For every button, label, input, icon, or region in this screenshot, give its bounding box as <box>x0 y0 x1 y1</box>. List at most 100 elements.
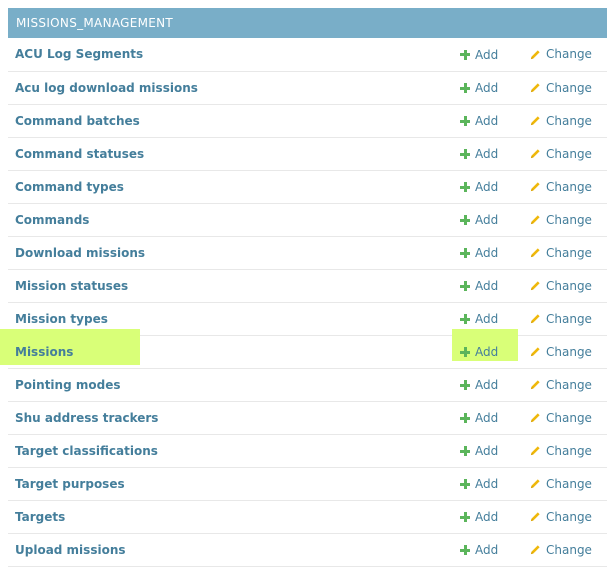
pencil-icon <box>530 380 540 390</box>
model-row-mission-statuses: Mission statuses Add Change <box>8 269 607 302</box>
pencil-icon <box>530 149 540 159</box>
add-link-targets[interactable]: Add <box>460 510 498 524</box>
add-link-missions[interactable]: Add <box>460 345 498 359</box>
model-link-target-classifications[interactable]: Target classifications <box>15 444 158 458</box>
add-link-command-batches[interactable]: Add <box>460 114 498 128</box>
add-link-download-missions[interactable]: Add <box>460 246 498 260</box>
model-cell: Command types <box>8 170 460 203</box>
add-link-mission-types[interactable]: Add <box>460 312 498 326</box>
plus-icon <box>460 149 470 159</box>
model-link-pointing-modes[interactable]: Pointing modes <box>15 378 120 392</box>
add-cell: Add <box>460 137 530 170</box>
change-cell: Change <box>530 335 607 368</box>
model-link-acu-log-download-missions[interactable]: Acu log download missions <box>15 81 198 95</box>
add-link-target-classifications[interactable]: Add <box>460 444 498 458</box>
change-link-missions[interactable]: Change <box>530 345 592 359</box>
change-cell: Change <box>530 401 607 434</box>
model-link-target-purposes[interactable]: Target purposes <box>15 477 125 491</box>
change-cell: Change <box>530 104 607 137</box>
model-link-command-types[interactable]: Command types <box>15 180 124 194</box>
add-cell: Add <box>460 467 530 500</box>
change-link-shu-address-trackers[interactable]: Change <box>530 411 592 425</box>
change-link-upload-missions[interactable]: Change <box>530 543 592 557</box>
add-link-acu-log-download-missions[interactable]: Add <box>460 81 498 95</box>
change-link-command-types[interactable]: Change <box>530 180 592 194</box>
add-link-command-types[interactable]: Add <box>460 180 498 194</box>
add-label: Add <box>475 180 499 194</box>
change-link-mission-types[interactable]: Change <box>530 312 592 326</box>
model-cell: Target purposes <box>8 467 460 500</box>
change-label: Change <box>546 113 592 128</box>
change-cell: Change <box>530 137 607 170</box>
change-cell: Change <box>530 38 607 71</box>
change-link-pointing-modes[interactable]: Change <box>530 378 592 392</box>
model-link-shu-address-trackers[interactable]: Shu address trackers <box>15 411 158 425</box>
add-label: Add <box>475 114 499 128</box>
change-link-commands[interactable]: Change <box>530 213 592 227</box>
model-list: ACU Log Segments Add Change Acu log downloa… <box>0 38 607 567</box>
model-cell: Command batches <box>8 104 460 137</box>
plus-icon <box>460 446 470 456</box>
add-link-acu-log-segments[interactable]: Add <box>460 48 498 62</box>
add-link-pointing-modes[interactable]: Add <box>460 378 498 392</box>
model-link-command-statuses[interactable]: Command statuses <box>15 147 144 161</box>
pencil-icon <box>530 347 540 357</box>
change-cell: Change <box>530 500 607 533</box>
add-label: Add <box>475 477 499 491</box>
model-link-missions[interactable]: Missions <box>15 345 73 359</box>
model-link-download-missions[interactable]: Download missions <box>15 246 145 260</box>
add-cell: Add <box>460 269 530 302</box>
change-cell: Change <box>530 533 607 566</box>
change-cell: Change <box>530 302 607 335</box>
model-link-commands[interactable]: Commands <box>15 213 89 227</box>
change-link-acu-log-segments[interactable]: Change <box>530 47 592 61</box>
change-link-target-classifications[interactable]: Change <box>530 444 592 458</box>
change-label: Change <box>546 377 592 392</box>
change-label: Change <box>546 476 592 491</box>
model-row-shu-address-trackers: Shu address trackers Add Change <box>8 401 607 434</box>
pencil-icon <box>530 413 540 423</box>
change-link-command-statuses[interactable]: Change <box>530 147 592 161</box>
plus-icon <box>460 512 470 522</box>
change-cell: Change <box>530 236 607 269</box>
add-label: Add <box>475 213 499 227</box>
add-link-target-purposes[interactable]: Add <box>460 477 498 491</box>
add-cell: Add <box>460 368 530 401</box>
change-link-mission-statuses[interactable]: Change <box>530 279 592 293</box>
pencil-icon <box>530 182 540 192</box>
add-link-shu-address-trackers[interactable]: Add <box>460 411 498 425</box>
pencil-icon <box>530 116 540 126</box>
model-link-command-batches[interactable]: Command batches <box>15 114 140 128</box>
model-link-acu-log-segments[interactable]: ACU Log Segments <box>15 47 143 61</box>
model-cell: Command statuses <box>8 137 460 170</box>
model-row-command-types: Command types Add Change <box>8 170 607 203</box>
model-cell: Upload missions <box>8 533 460 566</box>
model-link-mission-types[interactable]: Mission types <box>15 312 108 326</box>
model-link-mission-statuses[interactable]: Mission statuses <box>15 279 128 293</box>
change-label: Change <box>546 509 592 524</box>
add-link-commands[interactable]: Add <box>460 213 498 227</box>
change-link-command-batches[interactable]: Change <box>530 114 592 128</box>
change-link-target-purposes[interactable]: Change <box>530 477 592 491</box>
add-cell: Add <box>460 401 530 434</box>
model-row-download-missions: Download missions Add Change <box>8 236 607 269</box>
add-link-command-statuses[interactable]: Add <box>460 147 498 161</box>
model-row-acu-log-segments: ACU Log Segments Add Change <box>8 38 607 71</box>
plus-icon <box>460 116 470 126</box>
change-label: Change <box>546 80 592 95</box>
add-link-mission-statuses[interactable]: Add <box>460 279 498 293</box>
change-cell: Change <box>530 170 607 203</box>
add-label: Add <box>475 444 499 458</box>
pencil-icon <box>530 512 540 522</box>
model-link-targets[interactable]: Targets <box>15 510 65 524</box>
pencil-icon <box>530 215 540 225</box>
change-link-download-missions[interactable]: Change <box>530 246 592 260</box>
change-link-acu-log-download-missions[interactable]: Change <box>530 81 592 95</box>
model-link-upload-missions[interactable]: Upload missions <box>15 543 126 557</box>
module-caption[interactable]: MISSIONS_MANAGEMENT <box>8 8 607 38</box>
change-link-targets[interactable]: Change <box>530 510 592 524</box>
pencil-icon <box>530 248 540 258</box>
add-link-upload-missions[interactable]: Add <box>460 543 498 557</box>
model-cell: Targets <box>8 500 460 533</box>
pencil-icon <box>530 281 540 291</box>
